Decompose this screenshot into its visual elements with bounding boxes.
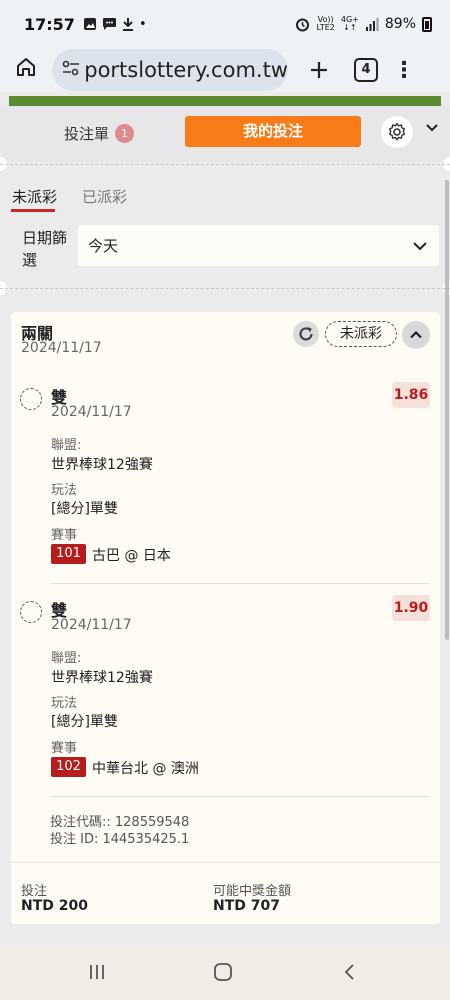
refresh-button[interactable] (293, 321, 319, 347)
betslip-count-badge: 1 (115, 124, 135, 143)
event-label: 賽事 (51, 741, 78, 756)
home-nav-icon[interactable] (213, 962, 233, 982)
selection-status-icon (20, 601, 42, 623)
chat-icon (102, 18, 116, 30)
filter-divider (0, 288, 450, 289)
footer-divider (11, 862, 440, 863)
match-name: 中華台北 @ 澳洲 (92, 761, 199, 777)
tabs-icon[interactable]: 4 (354, 58, 378, 82)
bet-date: 2024/11/17 (21, 340, 102, 356)
network-label: 4G+ ↓↑ (340, 15, 359, 32)
stake-label: 投注 (21, 884, 48, 899)
stake-value: NTD 200 (21, 898, 88, 914)
date-filter-value: 今天 (88, 237, 119, 255)
bet-status-badge: 未派彩 (325, 321, 397, 347)
match-number: 101 (51, 544, 86, 564)
browser-toolbar: portslottery.com.tw 4 ⋮ (0, 48, 450, 92)
selection-divider (51, 796, 429, 797)
battery-icon (422, 16, 432, 32)
selection-date: 2024/11/17 (51, 617, 132, 633)
selection-date: 2024/11/17 (51, 404, 132, 420)
dot-icon: • (138, 16, 147, 32)
selection-odds: 1.86 (392, 382, 430, 408)
status-bar: 17:57 • Vo)) LTE2 4G+ ↓↑ 89% (0, 0, 450, 48)
system-nav-bar (0, 946, 450, 1000)
tab-unsettled[interactable]: 未派彩 (12, 186, 57, 207)
tune-icon[interactable] (62, 60, 84, 80)
market-label: 玩法 (51, 696, 78, 711)
betslip-tab[interactable]: 投注單 1 (64, 123, 135, 144)
settlement-tabs: 未派彩 已派彩 (0, 178, 450, 218)
signal-icon (365, 17, 379, 31)
alarm-icon (296, 18, 310, 31)
event-label: 賽事 (51, 528, 78, 543)
league-value: 世界棒球12強賽 (51, 457, 153, 473)
market-value: [總分]單雙 (51, 501, 118, 517)
recent-apps-icon[interactable] (87, 962, 107, 982)
selection-odds: 1.90 (392, 595, 430, 621)
bet-card: 兩關 2024/11/17 未派彩 雙 2024/11/17 1.86 聯盟: … (11, 312, 440, 924)
selection-item: 雙 2024/11/17 1.90 聯盟: 世界棒球12強賽 玩法 [總分]單雙… (11, 595, 440, 785)
selection-status-icon (20, 388, 42, 410)
settings-button[interactable] (381, 116, 413, 148)
plus-icon (311, 61, 327, 78)
home-icon (17, 58, 35, 76)
payout-value: NTD 707 (213, 898, 280, 914)
my-bets-button[interactable]: 我的投注 (185, 116, 361, 147)
url-text: portslottery.com.tw (84, 58, 288, 82)
selection-divider (51, 583, 429, 584)
volte-label: Vo)) LTE2 (316, 15, 335, 32)
header-divider (0, 164, 450, 165)
more-icon[interactable]: ⋮ (378, 58, 430, 83)
chevron-down-icon[interactable] (424, 120, 440, 136)
scrollbar[interactable] (445, 180, 449, 640)
tab-settled[interactable]: 已派彩 (82, 186, 127, 207)
back-icon[interactable] (340, 962, 360, 982)
betslip-label: 投注單 (64, 125, 110, 143)
address-bar[interactable]: portslottery.com.tw (52, 49, 288, 91)
selection-item: 雙 2024/11/17 1.86 聯盟: 世界棒球12強賽 玩法 [總分]單雙… (11, 382, 440, 572)
download-icon (122, 18, 133, 31)
site-banner-strip (9, 96, 441, 106)
image-icon (83, 18, 96, 30)
collapse-button[interactable] (402, 321, 430, 349)
battery-percent: 89% (384, 16, 416, 32)
home-button[interactable] (0, 56, 52, 84)
bet-id: 投注 ID: 144535425.1 (50, 832, 190, 847)
chevron-up-icon (410, 330, 422, 339)
notification-icons: • (83, 17, 147, 32)
status-time: 17:57 (24, 14, 75, 34)
refresh-icon (299, 327, 313, 341)
site-header: 投注單 1 我的投注 (0, 106, 450, 162)
league-value: 世界棒球12強賽 (51, 670, 153, 686)
date-filter-select[interactable]: 今天 (78, 225, 439, 266)
market-label: 玩法 (51, 483, 78, 498)
league-label: 聯盟: (51, 651, 82, 666)
market-value: [總分]單雙 (51, 714, 118, 730)
match-number: 102 (51, 757, 86, 777)
payout-label: 可能中獎金額 (213, 884, 292, 899)
chevron-down-icon (413, 242, 427, 251)
match-name: 古巴 @ 日本 (92, 548, 171, 564)
new-tab-button[interactable] (290, 54, 348, 87)
active-tab-indicator (11, 209, 55, 212)
date-filter-label: 日期篩選 (22, 229, 68, 269)
league-label: 聯盟: (51, 438, 82, 453)
gear-icon (388, 122, 406, 141)
